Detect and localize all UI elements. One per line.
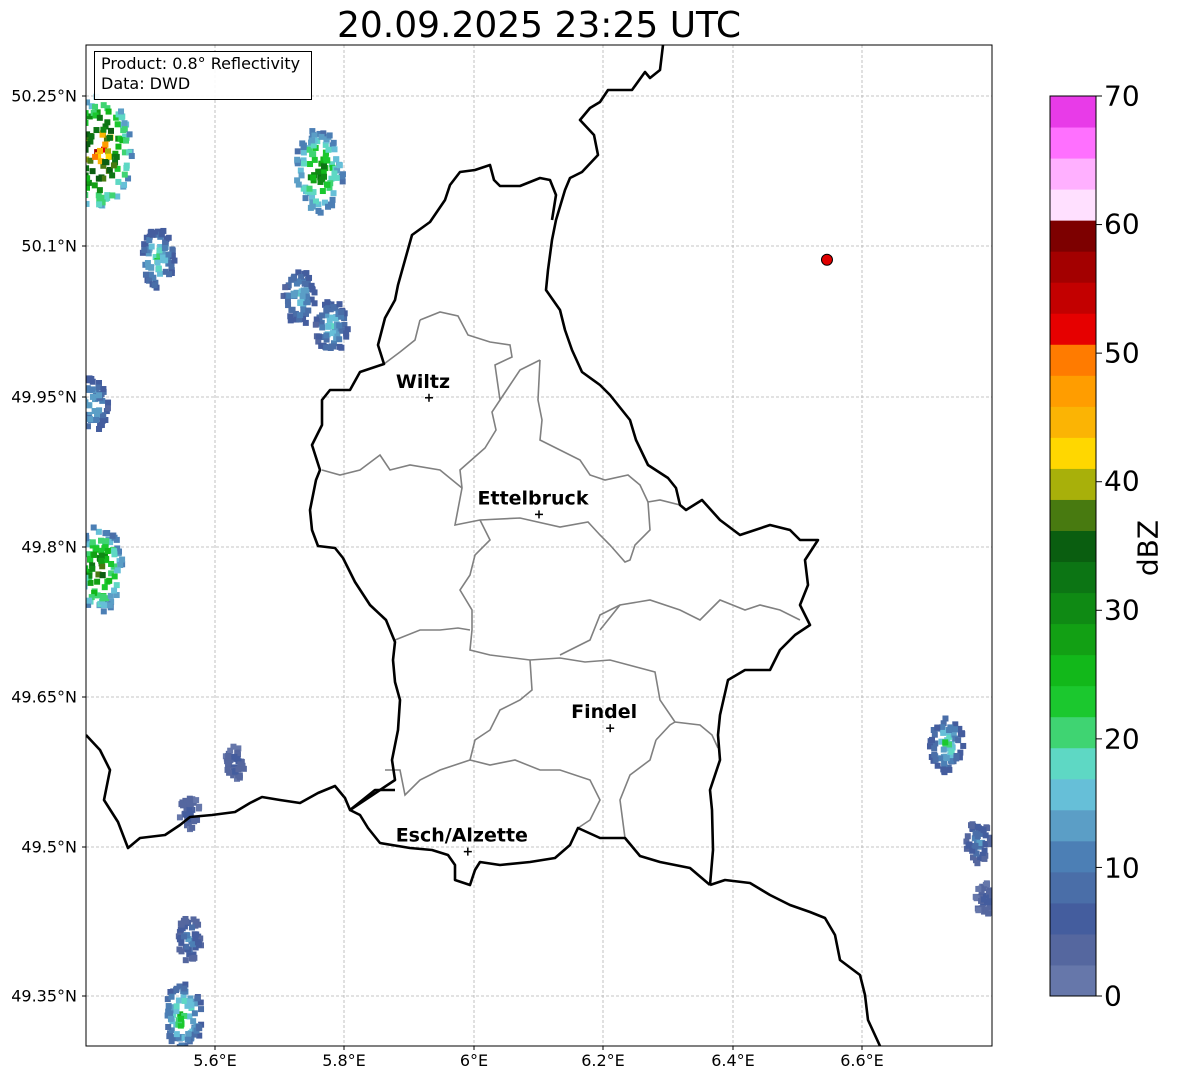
colorbar-segment — [1050, 189, 1096, 221]
city-label: Wiltz — [396, 371, 450, 393]
country-borders — [86, 45, 882, 1046]
echo-cell — [86, 93, 135, 209]
echo-cell — [926, 715, 967, 776]
echo-cell — [963, 821, 992, 867]
colorbar-segment — [1050, 220, 1096, 252]
echo-cell — [312, 299, 351, 351]
radar-map: Wiltz Ettelbruck Findel Esch/Alzette — [82, 44, 1102, 1050]
colorbar-segment — [1050, 468, 1096, 500]
colorbar-segment — [1050, 530, 1096, 563]
axis-ticks — [82, 95, 863, 1050]
city-marker: Findel — [571, 701, 637, 733]
colorbar-segment — [1050, 778, 1096, 811]
lon-label: 6°E — [459, 1051, 489, 1070]
radar-echoes — [86, 93, 992, 1046]
lon-label: 6.2°E — [581, 1051, 625, 1070]
colorbar-segment — [1050, 747, 1096, 780]
echo-cell — [86, 375, 112, 432]
colorbar-segment — [1050, 158, 1096, 190]
data-source-text: Data: DWD — [101, 74, 191, 93]
product-text: Product: 0.8° Reflectivity — [101, 54, 301, 73]
colorbar-segment — [1050, 902, 1096, 935]
map-frame — [85, 44, 993, 1047]
echo-cell — [280, 269, 318, 326]
colorbar-segment — [1050, 251, 1096, 283]
colorbar-segment — [1050, 933, 1096, 966]
colorbar-tick: 10 — [1104, 851, 1140, 885]
lat-label: 50.1°N — [21, 236, 77, 256]
colorbar-segment — [1050, 592, 1096, 625]
city-label: Ettelbruck — [478, 487, 589, 509]
lat-label: 49.35°N — [11, 986, 77, 1006]
colorbar-tick: 50 — [1104, 336, 1140, 370]
info-box: Product: 0.8° Reflectivity Data: DWD — [94, 51, 312, 100]
lon-label: 6.6°E — [840, 1051, 884, 1070]
graticule — [86, 45, 992, 1046]
colorbar-segment — [1050, 964, 1096, 997]
echo-cell — [86, 524, 126, 615]
colorbar-segment — [1050, 499, 1096, 531]
colorbar-tick: 20 — [1104, 722, 1140, 756]
colorbar-segment — [1050, 623, 1096, 656]
lat-label: 49.5°N — [21, 837, 77, 857]
colorbar-label: dBZ — [1131, 519, 1165, 577]
echo-cell — [139, 227, 178, 291]
colorbar-tick: 70 — [1104, 79, 1140, 113]
echo-cell — [294, 128, 346, 216]
colorbar-tick: 40 — [1104, 464, 1140, 498]
lat-label: 49.8°N — [21, 537, 77, 557]
colorbar-segment — [1050, 344, 1096, 376]
colorbar-segment — [1050, 654, 1096, 687]
location-marker — [820, 253, 833, 266]
echo-cell — [176, 795, 203, 833]
lon-label: 5.8°E — [322, 1051, 366, 1070]
colorbar-segment — [1050, 282, 1096, 314]
colorbar-segment — [1050, 127, 1096, 159]
colorbar-segment — [1050, 561, 1096, 594]
city-marker: Ettelbruck — [478, 487, 589, 519]
echo-cell — [164, 981, 205, 1046]
colorbar-segment — [1050, 840, 1096, 873]
colorbar-tick: 0 — [1104, 979, 1122, 1013]
colorbar-segment — [1050, 871, 1096, 904]
lon-label: 6.4°E — [711, 1051, 755, 1070]
colorbar-segment — [1050, 406, 1096, 438]
echo-cell — [175, 915, 204, 964]
echo-cell — [972, 880, 992, 917]
lat-label: 49.95°N — [11, 387, 77, 407]
canton-borders — [321, 311, 801, 839]
colorbar-tick: 60 — [1104, 207, 1140, 241]
colorbar-segment — [1050, 313, 1096, 345]
lon-label: 5.6°E — [193, 1051, 237, 1070]
colorbar-segment — [1050, 809, 1096, 842]
colorbar-segment — [1050, 375, 1096, 407]
colorbar-segment — [1050, 685, 1096, 718]
echo-cell — [222, 743, 247, 782]
city-label: Esch/Alzette — [396, 825, 528, 847]
city-marker: Esch/Alzette — [396, 825, 528, 856]
colorbar — [1049, 95, 1102, 997]
colorbar-tick: 30 — [1104, 593, 1140, 627]
colorbar-segment — [1050, 716, 1096, 749]
city-label: Findel — [571, 701, 637, 723]
cities-layer: Wiltz Ettelbruck Findel Esch/Alzette — [396, 371, 637, 856]
colorbar-segment — [1050, 437, 1096, 469]
colorbar-segment — [1050, 96, 1096, 128]
lat-label: 49.65°N — [11, 687, 77, 707]
lat-label: 50.25°N — [11, 86, 77, 106]
